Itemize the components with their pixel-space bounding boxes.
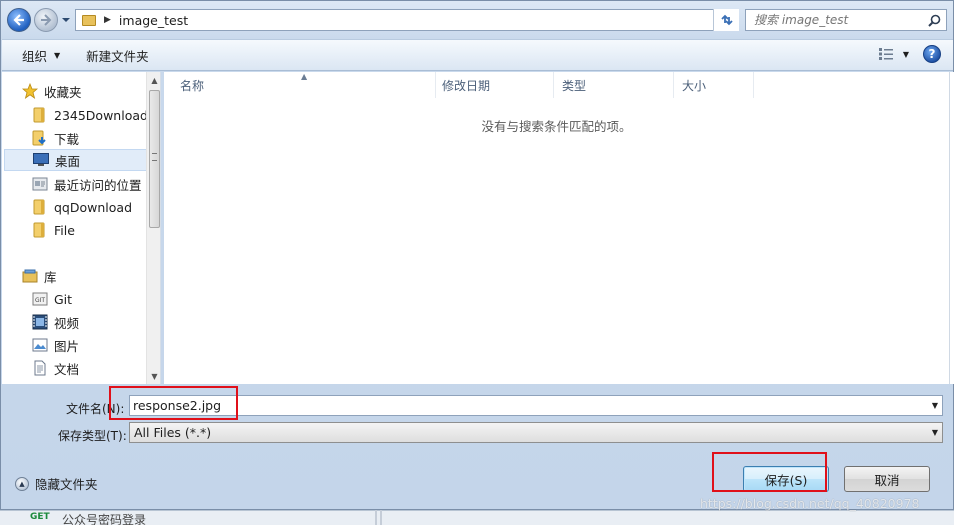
filename-combobox[interactable]: ▼ [129,395,943,416]
filename-input[interactable] [133,398,833,413]
libraries-label: 库 [44,269,57,285]
grip-icon [152,153,157,161]
back-arrow-icon [13,14,24,26]
sidebar-item-pictures[interactable]: 图片 [32,334,160,356]
watermark: https://blog.csdn.net/qq_40820978 [700,496,920,511]
new-folder-label: 新建文件夹 [86,48,149,64]
sidebar-item-git[interactable]: GIT Git [32,288,160,310]
filetype-label: 保存类型(T): [58,429,127,443]
folder-icon [82,14,96,26]
sidebar-item-qqdownload[interactable]: qqDownload [32,196,160,218]
nav-favorites-header[interactable]: 收藏夹 [22,80,160,102]
document-library-icon [32,360,48,376]
hide-folders-label: 隐藏文件夹 [35,477,98,492]
sidebar-item-label: 桌面 [55,153,81,169]
forward-button[interactable] [34,8,58,32]
picture-library-icon [32,337,48,353]
column-header-name[interactable]: 名称 [172,72,436,98]
breadcrumb-chevron-icon[interactable]: ▶ [104,15,111,25]
highlight-box-filename [109,386,238,420]
scrollbar-thumb[interactable] [149,90,160,228]
sidebar-item-documents[interactable]: 文档 [32,357,160,379]
save-as-dialog: ▶ image_test 组织 ▼ 新建文件夹 [0,0,954,510]
sidebar-item-label: 图片 [54,338,80,354]
column-header-type[interactable]: 类型 [554,72,674,98]
organize-label: 组织 [22,48,48,64]
forward-arrow-icon [41,14,52,26]
chevron-down-icon: ▼ [54,50,61,60]
highlight-box-save [712,452,827,492]
nav-libraries-header[interactable]: 库 [22,265,160,287]
sidebar-item-label: Git [54,291,73,307]
column-header-size[interactable]: 大小 [674,72,754,98]
scroll-down-icon[interactable]: ▼ [147,368,160,384]
column-date-label: 修改日期 [442,78,491,93]
sidebar-item-recent-places[interactable]: 最近访问的位置 [32,173,160,195]
navigation-pane: 收藏夹 2345Downloads 下载 桌面 最近访问的位置 qqDownlo… [2,72,161,384]
breadcrumb-current[interactable]: image_test [119,13,188,28]
sidebar-item-videos[interactable]: 视频 [32,311,160,333]
cancel-button[interactable]: 取消 [844,466,930,492]
refresh-icon [720,14,733,26]
address-bar[interactable]: ▶ image_test [75,9,739,31]
column-header-date[interactable]: 修改日期 [434,72,554,98]
git-library-icon: GIT [32,291,48,307]
video-library-icon [32,314,48,330]
library-icon [22,268,38,284]
recent-locations-dropdown-icon[interactable] [61,15,71,25]
sidebar-item-label: qqDownload [54,199,133,215]
filetype-select[interactable]: All Files (*.*) ▼ [129,422,943,443]
filetype-value: All Files (*.*) [134,425,212,440]
sidebar-item-desktop[interactable]: 桌面 [4,149,148,171]
sidebar-item-label: File [54,222,75,238]
empty-folder-message: 没有与搜索条件匹配的项。 [481,119,632,134]
back-button[interactable] [7,8,31,32]
change-view-button[interactable]: ▼ [878,48,909,60]
download-folder-icon [32,130,48,146]
address-row: ▶ image_test [1,1,954,39]
background-divider [380,510,382,525]
background-divider [375,510,377,525]
file-list[interactable]: ▲ 名称 修改日期 类型 大小 没有与搜索条件匹配的项。 [164,72,949,384]
sidebar-item-label: 视频 [54,315,80,331]
hide-folders-button[interactable]: ▲ 隐藏文件夹 [15,474,98,493]
svg-text:GIT: GIT [35,297,45,304]
http-method-badge: GET [30,512,50,522]
chevron-down-icon[interactable]: ▼ [932,428,938,437]
folder-icon [32,222,48,238]
chevron-down-icon[interactable]: ▼ [932,401,938,410]
chevron-up-icon: ▲ [15,476,29,491]
command-toolbar: 组织 ▼ 新建文件夹 ▼ ? [2,39,953,71]
sidebar-item-file[interactable]: File [32,219,160,241]
sidebar-item-label: 最近访问的位置 [54,177,142,193]
column-headers: ▲ 名称 修改日期 类型 大小 [164,72,949,98]
navigation-scrollbar[interactable]: ▲ ▼ [146,72,160,384]
search-icon[interactable] [928,14,941,27]
sidebar-item-label: 2345Downloads [54,107,155,123]
help-icon[interactable]: ? [923,45,941,63]
column-type-label: 类型 [562,78,587,93]
view-details-icon [878,48,893,60]
sidebar-item-label: 文档 [54,361,80,377]
search-input[interactable] [754,13,924,27]
background-request-label: 公众号密码登录 [62,513,147,525]
file-list-right-edge [949,72,954,384]
sidebar-item-2345downloads[interactable]: 2345Downloads [32,104,160,126]
organize-menu-button[interactable]: 组织 ▼ [12,42,70,68]
folder-icon [32,199,48,215]
scroll-up-icon[interactable]: ▲ [147,72,160,88]
new-folder-button[interactable]: 新建文件夹 [76,42,159,68]
desktop-icon [33,152,49,168]
column-size-label: 大小 [682,78,707,93]
refresh-button[interactable] [713,9,739,31]
recent-places-icon [32,176,48,192]
column-name-label: 名称 [180,78,205,93]
folder-icon [32,107,48,123]
sidebar-item-label: 下载 [54,131,80,147]
sidebar-item-downloads[interactable]: 下载 [32,127,160,149]
view-dropdown-icon[interactable]: ▼ [903,50,909,59]
star-icon [22,83,38,99]
favorites-label: 收藏夹 [44,84,82,100]
search-box[interactable] [745,9,947,31]
